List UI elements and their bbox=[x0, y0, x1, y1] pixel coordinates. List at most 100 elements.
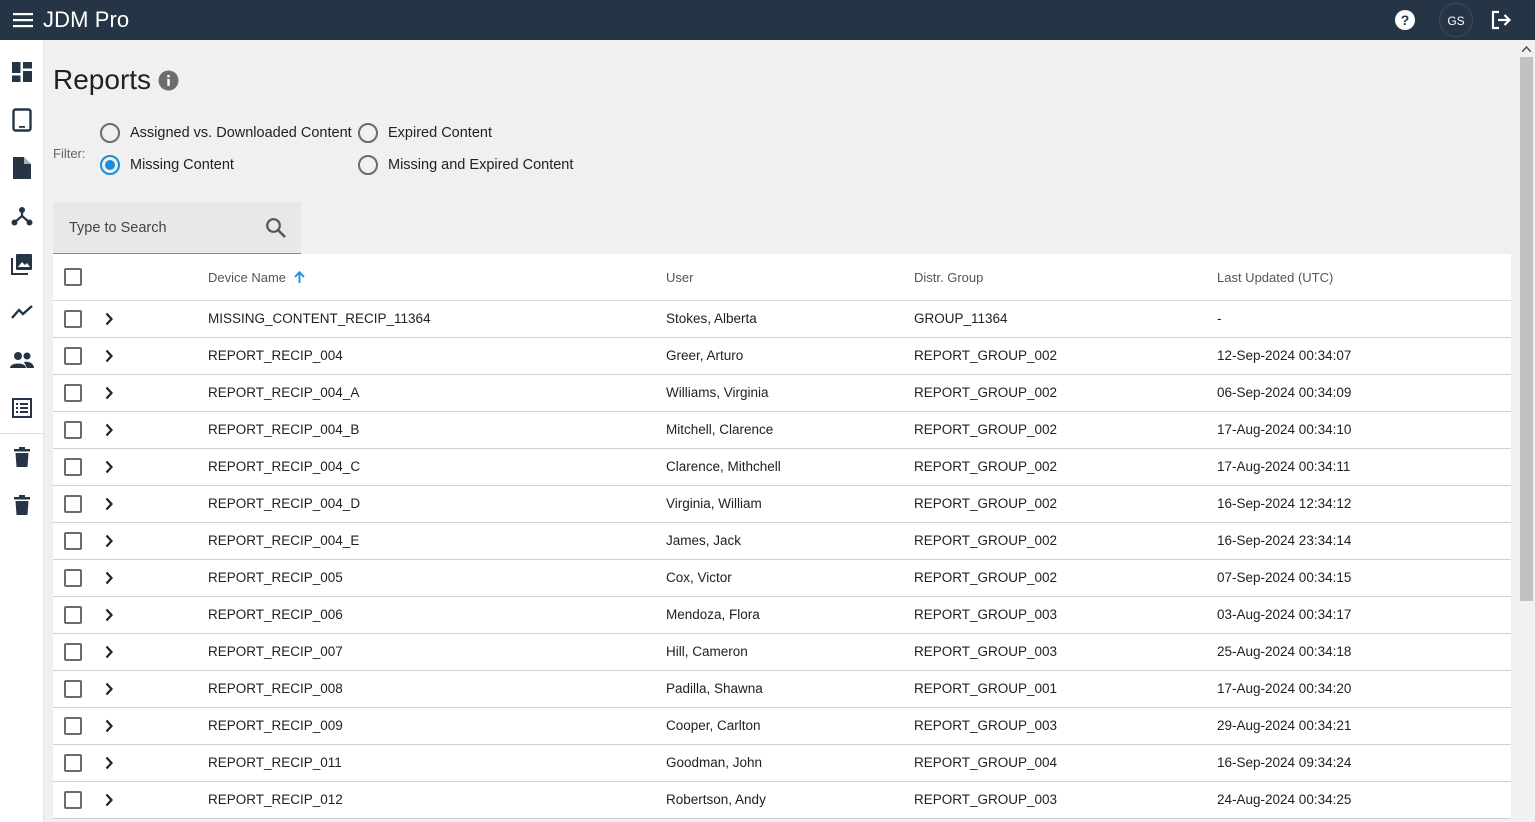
cell-last-updated: 06-Sep-2024 00:34:09 bbox=[1217, 385, 1352, 400]
row-checkbox[interactable] bbox=[64, 458, 82, 476]
cell-distr-group: REPORT_GROUP_002 bbox=[914, 570, 1058, 585]
row-checkbox[interactable] bbox=[64, 717, 82, 735]
chevron-right-icon[interactable] bbox=[100, 458, 118, 476]
chevron-right-icon[interactable] bbox=[100, 643, 118, 661]
row-checkbox[interactable] bbox=[64, 680, 82, 698]
row-checkbox[interactable] bbox=[64, 643, 82, 661]
chevron-right-icon[interactable] bbox=[100, 791, 118, 809]
table-row[interactable]: REPORT_RECIP_004_E James, Jack REPORT_GROU… bbox=[53, 523, 1511, 560]
table-row[interactable]: REPORT_RECIP_007 Hill, Cameron REPORT_GROU… bbox=[53, 634, 1511, 671]
table-row[interactable]: MISSING_CONTENT_RECIP_11364 Stokes, Alber… bbox=[53, 301, 1511, 338]
tablet-icon[interactable] bbox=[10, 108, 34, 132]
photo-library-icon[interactable] bbox=[10, 252, 34, 276]
chevron-right-icon[interactable] bbox=[100, 606, 118, 624]
list-icon[interactable] bbox=[10, 396, 34, 420]
document-icon[interactable] bbox=[10, 156, 34, 180]
chevron-right-icon[interactable] bbox=[100, 754, 118, 772]
sort-ascending-icon[interactable] bbox=[293, 270, 305, 283]
cell-device-name: REPORT_RECIP_004_D bbox=[208, 496, 361, 511]
chevron-right-icon[interactable] bbox=[100, 569, 118, 587]
info-icon[interactable] bbox=[158, 70, 179, 91]
cell-user: Clarence, Mithchell bbox=[666, 459, 781, 474]
table-row[interactable]: REPORT_RECIP_006 Mendoza, Flora REPORT_GRO… bbox=[53, 597, 1511, 634]
table-row[interactable]: REPORT_RECIP_012 Robertson, Andy REPORT_GR… bbox=[53, 782, 1511, 819]
menu-icon[interactable] bbox=[12, 9, 34, 31]
radio-button-selected[interactable] bbox=[100, 155, 120, 175]
search-icon[interactable] bbox=[265, 217, 287, 239]
column-header-device-name[interactable]: Device Name bbox=[208, 270, 305, 285]
chevron-right-icon[interactable] bbox=[100, 532, 118, 550]
chevron-right-icon[interactable] bbox=[100, 495, 118, 513]
scroll-up-arrow-icon[interactable] bbox=[1518, 40, 1535, 57]
help-icon[interactable]: ? bbox=[1394, 9, 1416, 31]
table-row[interactable]: REPORT_RECIP_004_D Virginia, William REPOR… bbox=[53, 486, 1511, 523]
cell-distr-group: REPORT_GROUP_002 bbox=[914, 385, 1058, 400]
table-body: MISSING_CONTENT_RECIP_11364 Stokes, Alber… bbox=[53, 301, 1511, 819]
chevron-right-icon[interactable] bbox=[100, 421, 118, 439]
cell-distr-group: REPORT_GROUP_003 bbox=[914, 607, 1058, 622]
trending-icon[interactable] bbox=[10, 300, 34, 324]
trash-icon[interactable] bbox=[10, 445, 34, 469]
cell-user: Robertson, Andy bbox=[666, 792, 766, 807]
row-checkbox[interactable] bbox=[64, 532, 82, 550]
row-checkbox[interactable] bbox=[64, 569, 82, 587]
table-row[interactable]: REPORT_RECIP_004_B Mitchell, Clarence REPO… bbox=[53, 412, 1511, 449]
cell-last-updated: 17-Aug-2024 00:34:20 bbox=[1217, 681, 1352, 696]
radio-button[interactable] bbox=[358, 155, 378, 175]
chevron-right-icon[interactable] bbox=[100, 717, 118, 735]
filter-option-assigned-vs-downloaded[interactable]: Assigned vs. Downloaded Content bbox=[100, 123, 352, 143]
filter-option-missing[interactable]: Missing Content bbox=[100, 155, 234, 175]
row-checkbox[interactable] bbox=[64, 495, 82, 513]
table-row[interactable]: REPORT_RECIP_004_C Clarence, Mithchell REP… bbox=[53, 449, 1511, 486]
side-navigation bbox=[0, 40, 44, 822]
cell-last-updated: 07-Sep-2024 00:34:15 bbox=[1217, 570, 1352, 585]
table-row[interactable]: REPORT_RECIP_009 Cooper, Carlton REPORT_GR… bbox=[53, 708, 1511, 745]
cell-last-updated: 17-Aug-2024 00:34:11 bbox=[1217, 459, 1351, 474]
row-checkbox[interactable] bbox=[64, 606, 82, 624]
cell-distr-group: REPORT_GROUP_003 bbox=[914, 644, 1058, 659]
cell-user: Cox, Victor bbox=[666, 570, 732, 585]
row-checkbox[interactable] bbox=[64, 384, 82, 402]
hub-icon[interactable] bbox=[10, 204, 34, 228]
table-row[interactable]: REPORT_RECIP_008 Padilla, Shawna REPORT_GR… bbox=[53, 671, 1511, 708]
row-checkbox[interactable] bbox=[64, 421, 82, 439]
row-checkbox[interactable] bbox=[64, 791, 82, 809]
chevron-right-icon[interactable] bbox=[100, 310, 118, 328]
radio-button[interactable] bbox=[100, 123, 120, 143]
select-all-checkbox[interactable] bbox=[64, 268, 82, 286]
cell-user: Hill, Cameron bbox=[666, 644, 748, 659]
trash-icon[interactable] bbox=[10, 493, 34, 517]
cell-user: Greer, Arturo bbox=[666, 348, 744, 363]
column-header-user[interactable]: User bbox=[666, 270, 693, 285]
scrollbar-thumb[interactable] bbox=[1520, 57, 1533, 601]
row-checkbox[interactable] bbox=[64, 754, 82, 772]
cell-distr-group: REPORT_GROUP_002 bbox=[914, 496, 1058, 511]
chevron-right-icon[interactable] bbox=[100, 680, 118, 698]
filter-option-expired[interactable]: Expired Content bbox=[358, 123, 492, 143]
search-field[interactable] bbox=[53, 202, 301, 254]
vertical-scrollbar[interactable] bbox=[1518, 40, 1535, 822]
cell-distr-group: REPORT_GROUP_002 bbox=[914, 348, 1058, 363]
cell-user: Mitchell, Clarence bbox=[666, 422, 774, 437]
column-header-last-updated[interactable]: Last Updated (UTC) bbox=[1217, 270, 1333, 285]
logout-icon[interactable] bbox=[1490, 9, 1512, 31]
table-row[interactable]: REPORT_RECIP_005 Cox, Victor REPORT_GROUP_… bbox=[53, 560, 1511, 597]
filter-option-missing-and-expired[interactable]: Missing and Expired Content bbox=[358, 155, 573, 175]
dashboard-icon[interactable] bbox=[10, 60, 34, 84]
svg-text:?: ? bbox=[1401, 12, 1410, 28]
cell-device-name: REPORT_RECIP_004 bbox=[208, 348, 343, 363]
chevron-right-icon[interactable] bbox=[100, 347, 118, 365]
chevron-right-icon[interactable] bbox=[100, 384, 118, 402]
cell-device-name: REPORT_RECIP_012 bbox=[208, 792, 343, 807]
row-checkbox[interactable] bbox=[64, 310, 82, 328]
cell-device-name: REPORT_RECIP_004_E bbox=[208, 533, 360, 548]
user-avatar[interactable]: GS bbox=[1439, 3, 1473, 37]
table-row[interactable]: REPORT_RECIP_004 Greer, Arturo REPORT_GROU… bbox=[53, 338, 1511, 375]
row-checkbox[interactable] bbox=[64, 347, 82, 365]
people-icon[interactable] bbox=[10, 348, 34, 372]
table-row[interactable]: REPORT_RECIP_011 Goodman, John REPORT_GROU… bbox=[53, 745, 1511, 782]
search-input[interactable] bbox=[69, 218, 249, 238]
column-header-distr-group[interactable]: Distr. Group bbox=[914, 270, 983, 285]
table-row[interactable]: REPORT_RECIP_004_A Williams, Virginia REPO… bbox=[53, 375, 1511, 412]
radio-button[interactable] bbox=[358, 123, 378, 143]
